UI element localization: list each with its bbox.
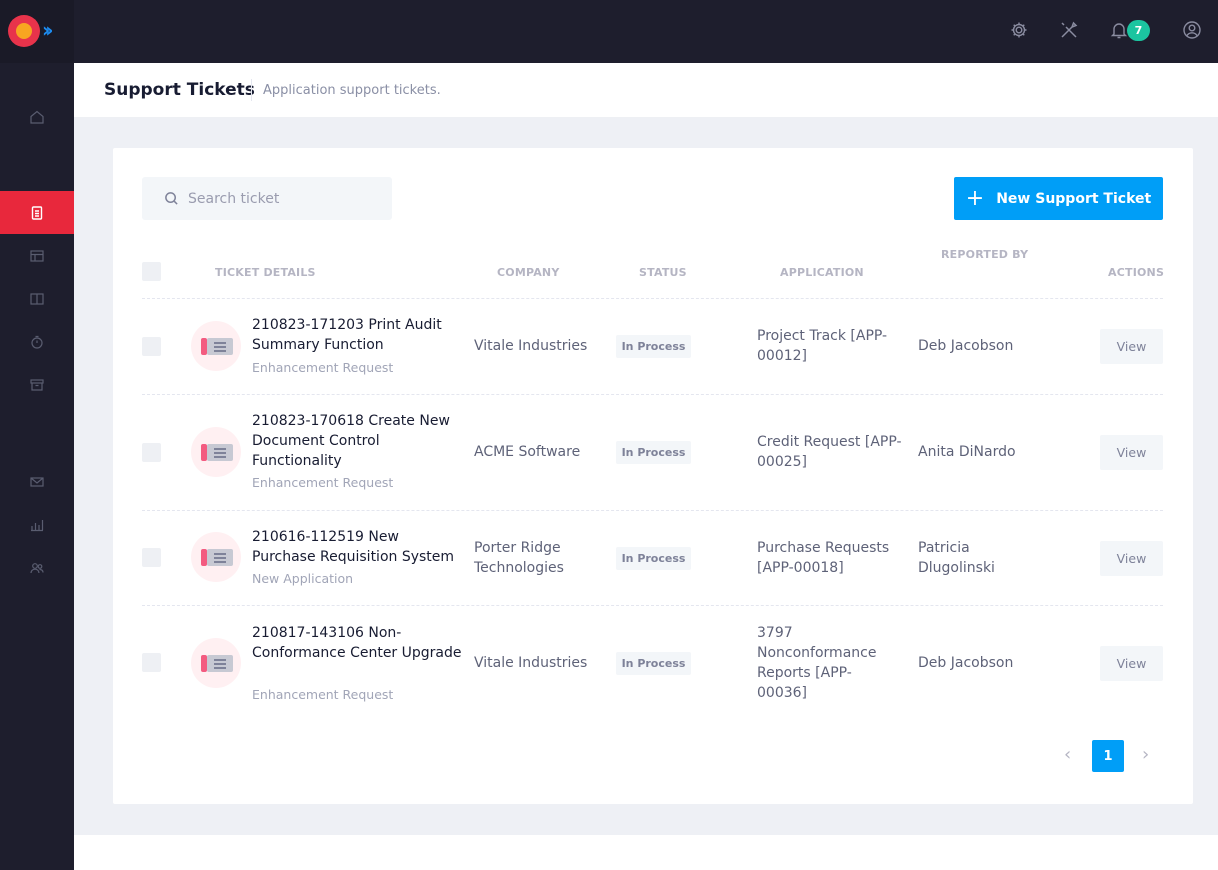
gear-icon <box>1011 22 1027 38</box>
page-header: Support Tickets Application support tick… <box>74 63 1218 118</box>
status-badge: In Process <box>616 335 691 358</box>
new-support-ticket-label: New Support Ticket <box>996 190 1152 207</box>
search-box[interactable] <box>142 177 392 220</box>
sidebar-item-home[interactable] <box>0 95 74 138</box>
view-button[interactable]: View <box>1100 435 1163 470</box>
ticket-title[interactable]: 210616-112519 New Purchase Requisition S… <box>252 527 462 567</box>
ticket-reporter: Patricia Dlugolinski <box>918 540 995 576</box>
book-icon <box>30 292 44 305</box>
ticket-application: Project Track [APP-00012] <box>757 328 888 364</box>
ticket-icon <box>191 638 241 688</box>
topbar: 7 <box>74 0 1218 63</box>
row-checkbox[interactable] <box>142 653 161 672</box>
ticket-application: Purchase Requests [APP-00018] <box>757 540 890 576</box>
chevron-left-icon[interactable]: ‹ <box>1064 744 1071 765</box>
column-header-reported-by[interactable]: REPORTED BY <box>941 248 1028 261</box>
status-badge: In Process <box>616 547 691 570</box>
bell-icon <box>1110 23 1128 39</box>
document-icon <box>31 205 43 220</box>
ticket-company: ACME Software <box>474 444 581 460</box>
ticket-company: Vitale Industries <box>474 338 588 354</box>
sidebar-item-archive[interactable] <box>0 363 74 406</box>
archive-icon <box>30 378 44 391</box>
divider <box>142 298 1163 299</box>
expand-sidebar-icon[interactable]: ›› <box>42 18 54 42</box>
ticket-type: Enhancement Request <box>252 475 394 490</box>
sidebar-item-timer[interactable] <box>0 320 74 363</box>
mail-icon <box>30 476 44 487</box>
column-header-company[interactable]: COMPANY <box>497 266 560 279</box>
tools-icon <box>1061 21 1078 38</box>
ticket-company: Vitale Industries <box>474 655 588 671</box>
column-header-actions: ACTIONS <box>1108 266 1165 279</box>
ticket-application: Credit Request [APP-00025] <box>757 434 902 470</box>
view-button[interactable]: View <box>1100 646 1163 681</box>
row-checkbox[interactable] <box>142 337 161 356</box>
chart-icon <box>31 519 44 531</box>
tools-button[interactable] <box>1058 19 1080 41</box>
logo-icon <box>8 15 40 47</box>
ticket-company: Porter Ridge Technologies <box>474 540 564 576</box>
sidebar-item-users[interactable] <box>0 546 74 589</box>
divider <box>142 510 1163 511</box>
view-button[interactable]: View <box>1100 329 1163 364</box>
ticket-title[interactable]: 210817-143106 Non-Conformance Center Upg… <box>252 623 462 663</box>
column-header-application[interactable]: APPLICATION <box>780 266 864 279</box>
sidebar-item-book[interactable] <box>0 277 74 320</box>
column-header-ticket-details[interactable]: TICKET DETAILS <box>215 266 316 279</box>
ticket-type: Enhancement Request <box>252 687 394 702</box>
column-header-status[interactable]: STATUS <box>639 266 687 279</box>
sidebar-item-chart[interactable] <box>0 503 74 546</box>
footer <box>74 835 1218 870</box>
ticket-icon <box>191 427 241 477</box>
sidebar: ›› <box>0 0 74 870</box>
new-support-ticket-button[interactable]: + New Support Ticket <box>954 177 1163 220</box>
divider <box>142 605 1163 606</box>
ticket-reporter: Deb Jacobson <box>918 338 1014 354</box>
user-profile-button[interactable] <box>1181 19 1203 41</box>
pagination-page-button[interactable]: 1 <box>1092 740 1124 772</box>
ticket-reporter: Deb Jacobson <box>918 655 1014 671</box>
ticket-type: Enhancement Request <box>252 360 394 375</box>
ticket-reporter: Anita DiNardo <box>918 444 1016 460</box>
page-subtitle: Application support tickets. <box>263 83 441 98</box>
ticket-icon <box>191 321 241 371</box>
notification-count-badge: 7 <box>1127 20 1150 41</box>
sidebar-item-mail[interactable] <box>0 460 74 503</box>
select-all-checkbox[interactable] <box>142 262 161 281</box>
status-badge: In Process <box>616 441 691 464</box>
home-icon <box>30 110 44 124</box>
page-title: Support Tickets <box>104 80 255 100</box>
row-checkbox[interactable] <box>142 443 161 462</box>
settings-button[interactable] <box>1008 19 1030 41</box>
ticket-title[interactable]: 210823-171203 Print Audit Summary Functi… <box>252 315 462 355</box>
search-input[interactable] <box>188 190 378 207</box>
title-divider <box>251 79 252 101</box>
status-badge: In Process <box>616 652 691 675</box>
plus-icon: + <box>965 185 985 211</box>
sidebar-item-tickets[interactable] <box>0 191 74 234</box>
row-checkbox[interactable] <box>142 548 161 567</box>
sidebar-item-table[interactable] <box>0 234 74 277</box>
chevron-right-icon[interactable]: › <box>1142 744 1149 765</box>
ticket-title[interactable]: 210823-170618 Create New Document Contro… <box>252 411 462 471</box>
users-icon <box>30 562 44 573</box>
app-logo[interactable]: ›› <box>0 0 74 63</box>
search-icon <box>165 192 178 205</box>
ticket-icon <box>191 532 241 582</box>
ticket-type: New Application <box>252 571 354 586</box>
view-button[interactable]: View <box>1100 541 1163 576</box>
ticket-application: 3797 Nonconformance Reports [APP-00036] <box>757 625 877 701</box>
user-icon <box>1183 21 1201 39</box>
table-icon <box>30 249 44 262</box>
timer-icon <box>31 335 43 349</box>
divider <box>142 394 1163 395</box>
